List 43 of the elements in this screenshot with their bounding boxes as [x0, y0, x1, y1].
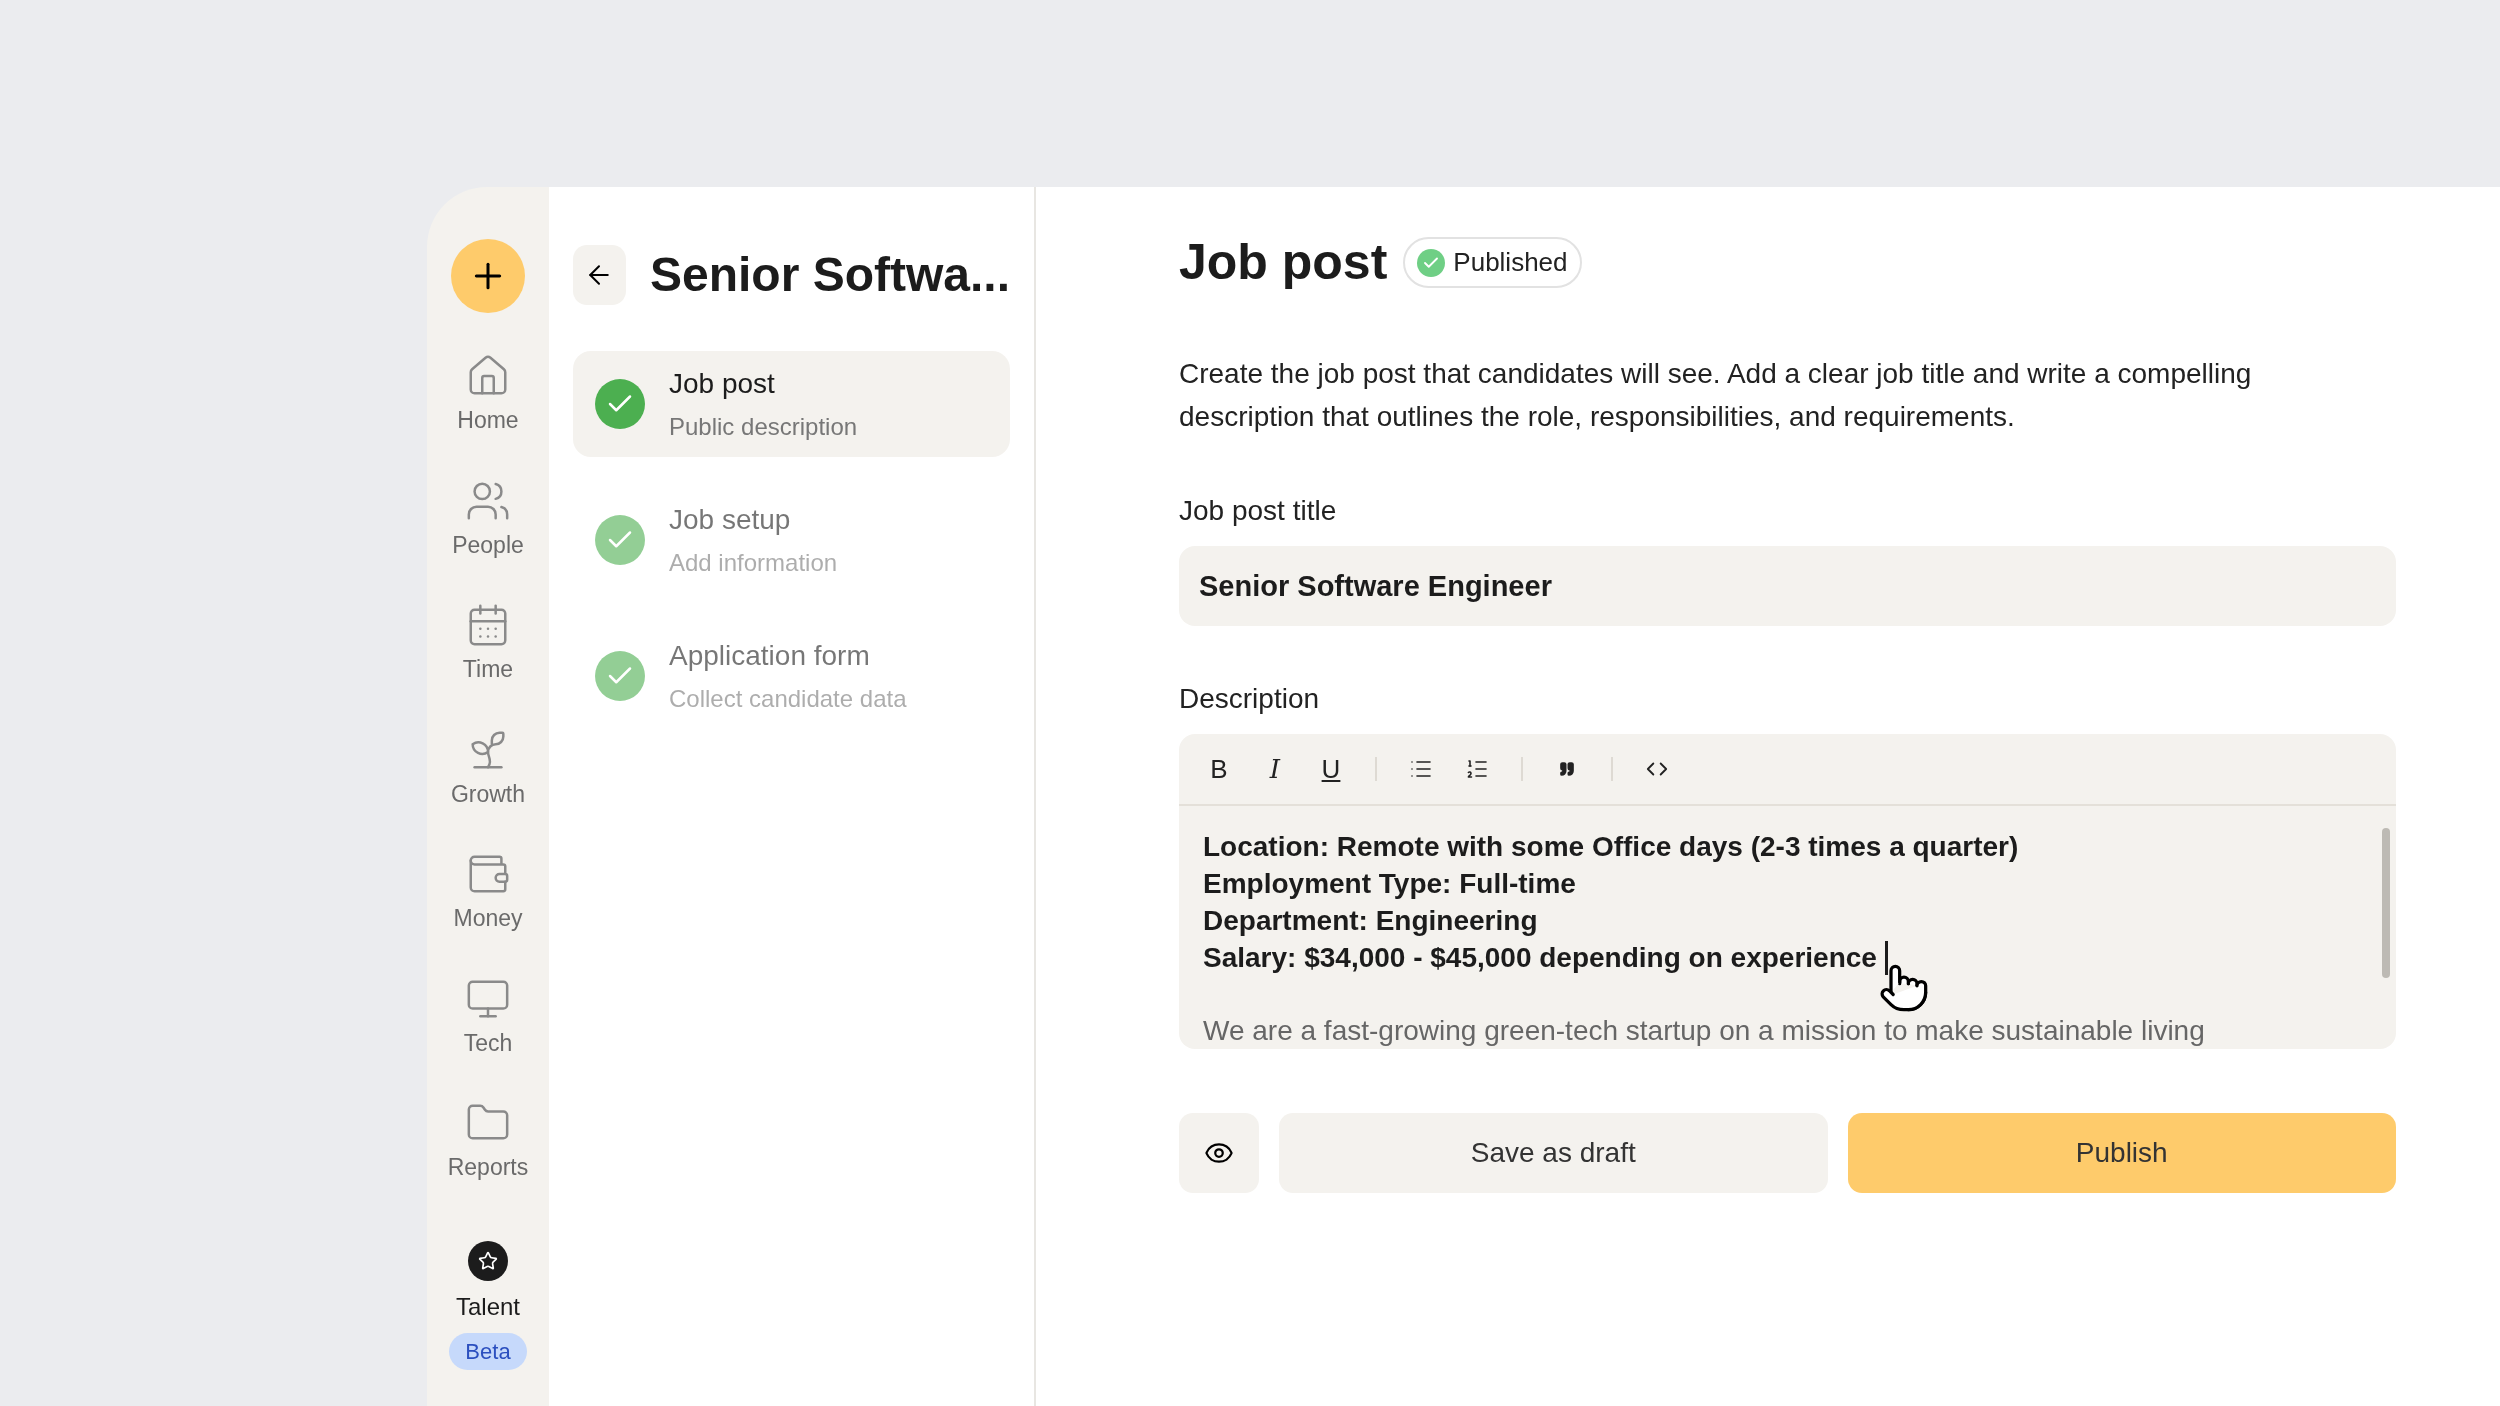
job-title-heading: Senior Softwa...: [649, 247, 1010, 303]
intro-text: Create the job post that candidates will see. Add a clear job title and write a compelling description that outlines the role, responsibilities, and requirements.: [1179, 357, 2253, 434]
step-item[interactable]: Job setup Add information: [573, 487, 1010, 593]
description-paragraph: We are a fast-growing green-tech startup on a mission to make sustainable living: [1203, 1014, 2206, 1048]
step-item[interactable]: Job post Public description: [573, 351, 1010, 457]
description-line: Salary: $34,000 - $45,000 depending on experience: [1203, 941, 1877, 975]
step-title: Job post: [669, 367, 776, 401]
description-line: Department: Engineering: [1203, 904, 1538, 938]
step-subtitle: Collect candidate data: [669, 684, 907, 714]
save-draft-button[interactable]: Save as draft: [1279, 1113, 1828, 1193]
step-title: Application form: [669, 639, 871, 673]
nav-label[interactable]: Money: [453, 901, 523, 936]
step-item[interactable]: Application form Collect candidate data: [573, 623, 1010, 729]
description-line: Employment Type: Full-time: [1203, 867, 1576, 901]
quote-icon: [1559, 761, 1575, 777]
check-icon: [1417, 248, 1446, 277]
underline-button[interactable]: U: [1311, 749, 1351, 789]
nav-label[interactable]: People: [452, 527, 524, 562]
star-search-icon[interactable]: [468, 1240, 508, 1281]
description-editor[interactable]: [1179, 734, 2396, 1049]
beta-badge: Beta: [449, 1332, 527, 1370]
nav-label[interactable]: Tech: [463, 1025, 513, 1060]
back-button[interactable]: [573, 245, 626, 305]
nav-label[interactable]: Time: [462, 652, 514, 687]
text-cursor: [1884, 940, 1888, 975]
publish-button[interactable]: Publish: [1847, 1113, 2396, 1193]
preview-button[interactable]: [1179, 1113, 1259, 1193]
nav-label[interactable]: Growth: [450, 776, 526, 811]
description-line: Location: Remote with some Office days (2-3 times a quarter): [1203, 830, 2019, 864]
job-title-input[interactable]: Senior Software Engineer: [1179, 546, 2396, 626]
field-label: Job post title: [1179, 494, 1338, 528]
page-heading: Job post: [1179, 233, 1388, 292]
status-text: Published: [1453, 246, 1568, 279]
field-label: Description: [1179, 682, 1321, 716]
nav-label[interactable]: Home: [457, 403, 519, 438]
step-subtitle: Public description: [669, 412, 858, 442]
numbered-list-icon: [1465, 757, 1489, 781]
step-subtitle: Add information: [669, 548, 838, 578]
bold-button[interactable]: B: [1199, 749, 1239, 789]
nav-label[interactable]: Talent: [455, 1288, 520, 1325]
step-title: Job setup: [669, 503, 792, 537]
nav-label[interactable]: Reports: [447, 1150, 529, 1185]
italic-button[interactable]: I: [1255, 749, 1295, 789]
